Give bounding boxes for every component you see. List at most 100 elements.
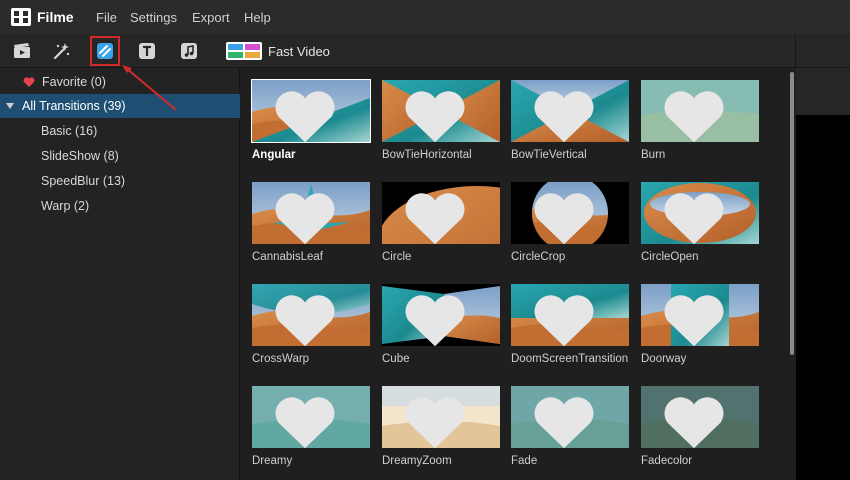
favorite-heart-icon[interactable]: [641, 187, 753, 244]
fast-video-label[interactable]: Fast Video: [268, 44, 330, 59]
transition-label: BowTieHorizontal: [382, 149, 472, 161]
favorite-heart-icon[interactable]: [641, 289, 753, 346]
transition-label: DoomScreenTransition: [511, 353, 629, 365]
transition-thumbnail[interactable]: [641, 80, 759, 142]
transition-tile[interactable]: DreamyZoom: [382, 386, 500, 467]
favorite-heart-icon[interactable]: [511, 391, 623, 448]
transition-tile[interactable]: Dreamy: [252, 386, 370, 467]
text-icon: [139, 43, 155, 59]
app-name: Filme: [37, 9, 74, 25]
transition-tile[interactable]: Fade: [511, 386, 629, 467]
sidebar-item-label: SlideShow (8): [41, 149, 119, 163]
menu-export[interactable]: Export: [192, 10, 230, 25]
favorite-heart-icon[interactable]: [511, 85, 623, 142]
fast-video-icon[interactable]: [226, 42, 262, 60]
effects-button[interactable]: [51, 40, 73, 62]
favorite-heart-icon[interactable]: [511, 187, 623, 244]
transition-thumbnail[interactable]: [511, 386, 629, 448]
favorite-heart-icon[interactable]: [252, 85, 364, 142]
transition-thumbnail[interactable]: [511, 284, 629, 346]
transition-label: Dreamy: [252, 455, 293, 467]
transition-tile[interactable]: CircleCrop: [511, 182, 629, 263]
transitions-icon: [97, 43, 113, 59]
transition-label: Angular: [252, 149, 296, 161]
transition-label: DreamyZoom: [382, 455, 452, 467]
category-sidebar: Favorite (0) All Transitions (39) Basic …: [0, 68, 240, 480]
sidebar-item-warp[interactable]: Warp (2): [0, 194, 240, 218]
transition-tile[interactable]: BowTieVertical: [511, 80, 629, 161]
transition-label: Doorway: [641, 353, 687, 365]
transition-tile[interactable]: Doorway: [641, 284, 759, 365]
transition-tile[interactable]: DoomScreenTransition: [511, 284, 629, 365]
transition-tile[interactable]: CrossWarp: [252, 284, 370, 365]
sidebar-item-label: Warp (2): [41, 199, 90, 213]
sidebar-item-speedblur[interactable]: SpeedBlur (13): [0, 169, 240, 193]
sidebar-item-all-transitions[interactable]: All Transitions (39): [0, 94, 240, 118]
transition-thumbnail[interactable]: [641, 182, 759, 244]
menu-help[interactable]: Help: [244, 10, 271, 25]
favorite-heart-icon[interactable]: [511, 289, 623, 346]
music-button[interactable]: [178, 40, 200, 62]
transition-tile[interactable]: Angular: [251, 79, 371, 161]
transition-thumbnail[interactable]: [511, 80, 629, 142]
sidebar-item-favorite[interactable]: Favorite (0): [0, 70, 240, 94]
favorite-heart-icon[interactable]: [252, 187, 364, 244]
heart-icon: [23, 77, 35, 87]
transition-thumbnail[interactable]: [382, 80, 500, 142]
transition-thumbnail[interactable]: [251, 79, 371, 143]
favorite-heart-icon[interactable]: [252, 289, 364, 346]
preview-panel: [796, 115, 850, 480]
transition-thumbnail[interactable]: [252, 182, 370, 244]
expand-arrow-icon[interactable]: [6, 103, 14, 109]
favorite-heart-icon[interactable]: [641, 85, 753, 142]
transition-thumbnail[interactable]: [641, 386, 759, 448]
transition-thumbnail[interactable]: [252, 386, 370, 448]
menu-settings[interactable]: Settings: [130, 10, 177, 25]
sidebar-item-slideshow[interactable]: SlideShow (8): [0, 144, 240, 168]
favorite-heart-icon[interactable]: [382, 187, 494, 244]
transition-thumbnail[interactable]: [511, 182, 629, 244]
transition-label: Fade: [511, 455, 538, 467]
sidebar-item-label: SpeedBlur (13): [41, 174, 126, 188]
transition-grid: Angular BowTieHorizontal BowTieVertical …: [241, 68, 795, 480]
menu-file[interactable]: File: [96, 10, 117, 25]
transition-label: BowTieVertical: [511, 149, 587, 161]
sidebar-item-label: Basic (16): [41, 124, 98, 138]
transition-thumbnail[interactable]: [382, 182, 500, 244]
app-logo-icon: [11, 8, 31, 26]
transition-label: Fadecolor: [641, 455, 693, 467]
preview-header: [796, 68, 850, 115]
transition-thumbnail[interactable]: [641, 284, 759, 346]
grid-scrollbar[interactable]: [790, 72, 794, 355]
favorite-heart-icon[interactable]: [382, 85, 494, 142]
text-button[interactable]: [136, 40, 158, 62]
transition-tile[interactable]: Cube: [382, 284, 500, 365]
music-icon: [181, 43, 197, 59]
toolbar: [0, 34, 850, 68]
transition-thumbnail[interactable]: [382, 284, 500, 346]
transition-thumbnail[interactable]: [382, 386, 500, 448]
media-button[interactable]: [11, 40, 33, 62]
transitions-button[interactable]: [90, 36, 120, 66]
transition-tile[interactable]: CannabisLeaf: [252, 182, 370, 263]
transition-label: CrossWarp: [252, 353, 310, 365]
toolbar-divider: [795, 34, 796, 68]
media-icon: [14, 43, 30, 58]
menu-bar: Filme File Settings Export Help: [0, 0, 850, 34]
transition-label: Burn: [641, 149, 666, 161]
transition-tile[interactable]: Burn: [641, 80, 759, 161]
transition-tile[interactable]: CircleOpen: [641, 182, 759, 263]
transition-tile[interactable]: BowTieHorizontal: [382, 80, 500, 161]
effects-icon: [53, 43, 70, 60]
favorite-heart-icon[interactable]: [641, 391, 753, 448]
transition-label: CircleCrop: [511, 251, 566, 263]
transition-tile[interactable]: Fadecolor: [641, 386, 759, 467]
favorite-heart-icon[interactable]: [382, 391, 494, 448]
transition-thumbnail[interactable]: [252, 284, 370, 346]
favorite-heart-icon[interactable]: [382, 289, 494, 346]
transition-label: CircleOpen: [641, 251, 699, 263]
sidebar-item-basic[interactable]: Basic (16): [0, 119, 240, 143]
favorite-heart-icon[interactable]: [252, 391, 364, 448]
sidebar-item-label: All Transitions (39): [22, 99, 126, 113]
transition-tile[interactable]: Circle: [382, 182, 500, 263]
